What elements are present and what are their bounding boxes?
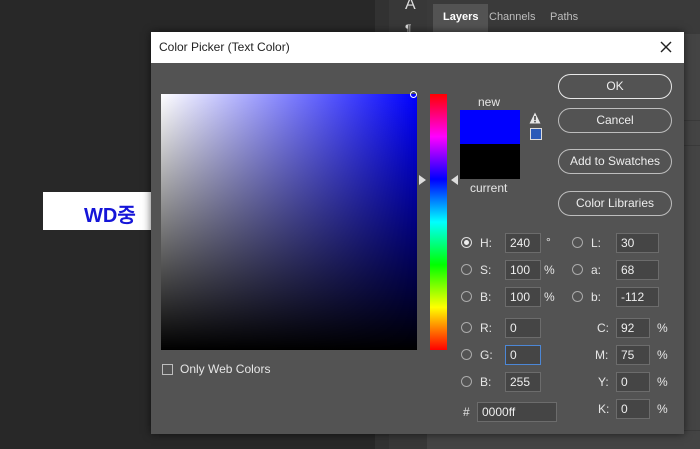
lightness-label: L: <box>591 236 602 250</box>
color-field-marker[interactable] <box>410 91 417 98</box>
brightness-label: B: <box>480 290 492 304</box>
tab-channels[interactable]: Channels <box>479 4 545 34</box>
cyan-field[interactable]: 92 <box>616 318 650 338</box>
red-label: R: <box>480 321 492 335</box>
tab-paths[interactable]: Paths <box>540 4 588 34</box>
b-channel-radio[interactable] <box>572 291 583 302</box>
out-of-gamut-warning-icon[interactable] <box>529 112 541 124</box>
hex-label: # <box>463 405 470 419</box>
yellow-unit: % <box>657 375 668 389</box>
close-button[interactable] <box>656 37 676 57</box>
hex-field[interactable]: 0000ff <box>477 402 557 422</box>
lightness-field[interactable]: 30 <box>616 233 659 253</box>
green-field[interactable]: 0 <box>505 345 541 365</box>
brightness-field[interactable]: 100 <box>505 287 541 307</box>
saturation-unit: % <box>544 263 555 277</box>
hue-field[interactable]: 240 <box>505 233 541 253</box>
magenta-unit: % <box>657 348 668 362</box>
brightness-unit: % <box>544 290 555 304</box>
current-label: current <box>470 181 508 195</box>
brightness-radio[interactable] <box>461 291 472 302</box>
black-unit: % <box>657 402 668 416</box>
hue-slider-handle-right[interactable] <box>451 175 458 185</box>
current-color-swatch[interactable] <box>460 144 520 179</box>
a-channel-radio[interactable] <box>572 264 583 275</box>
saturation-label: S: <box>480 263 492 277</box>
hue-slider-handle-left[interactable] <box>419 175 426 185</box>
green-radio[interactable] <box>461 349 472 360</box>
red-field[interactable]: 0 <box>505 318 541 338</box>
red-radio[interactable] <box>461 322 472 333</box>
close-icon <box>660 41 672 53</box>
hue-label: H: <box>480 236 492 250</box>
dialog-title: Color Picker (Text Color) <box>159 40 290 54</box>
a-channel-field[interactable]: 68 <box>616 260 659 280</box>
canvas-text: WD중 <box>84 205 136 227</box>
cyan-label: C: <box>597 321 609 335</box>
new-label: new <box>478 95 501 109</box>
yellow-field[interactable]: 0 <box>616 372 650 392</box>
magenta-field[interactable]: 75 <box>616 345 650 365</box>
blue-radio[interactable] <box>461 376 472 387</box>
b-channel-label: b: <box>591 290 602 304</box>
character-tool-icon[interactable]: A <box>405 0 416 14</box>
panel-tabbar: Layers Channels Paths <box>427 0 700 34</box>
degree-unit: ° <box>546 235 551 249</box>
saturation-field[interactable]: 100 <box>505 260 541 280</box>
a-channel-label: a: <box>591 263 602 277</box>
blue-label: B: <box>480 375 492 389</box>
new-color-swatch <box>460 110 520 144</box>
color-picker-dialog: Color Picker (Text Color) new current OK… <box>151 32 684 434</box>
saturation-radio[interactable] <box>461 264 472 275</box>
lightness-radio[interactable] <box>572 237 583 248</box>
color-libraries-button[interactable]: Color Libraries <box>558 191 672 216</box>
saturation-brightness-field[interactable] <box>161 94 417 350</box>
magenta-label: M: <box>595 348 609 362</box>
b-channel-field[interactable]: -112 <box>616 287 659 307</box>
dialog-titlebar: Color Picker (Text Color) <box>151 32 684 63</box>
blue-field[interactable]: 255 <box>505 372 541 392</box>
cyan-unit: % <box>657 321 668 335</box>
black-field[interactable]: 0 <box>616 399 650 419</box>
web-safe-color-icon[interactable] <box>530 128 542 140</box>
green-label: G: <box>480 348 493 362</box>
hue-slider[interactable] <box>430 94 447 350</box>
ok-button[interactable]: OK <box>558 74 672 99</box>
hue-radio[interactable] <box>461 237 472 248</box>
yellow-label: Y: <box>598 375 609 389</box>
only-web-colors-label: Only Web Colors <box>180 362 271 376</box>
add-to-swatches-button[interactable]: Add to Swatches <box>558 149 672 174</box>
black-label: K: <box>598 402 610 416</box>
only-web-colors-checkbox[interactable] <box>162 364 173 375</box>
cancel-button[interactable]: Cancel <box>558 108 672 133</box>
